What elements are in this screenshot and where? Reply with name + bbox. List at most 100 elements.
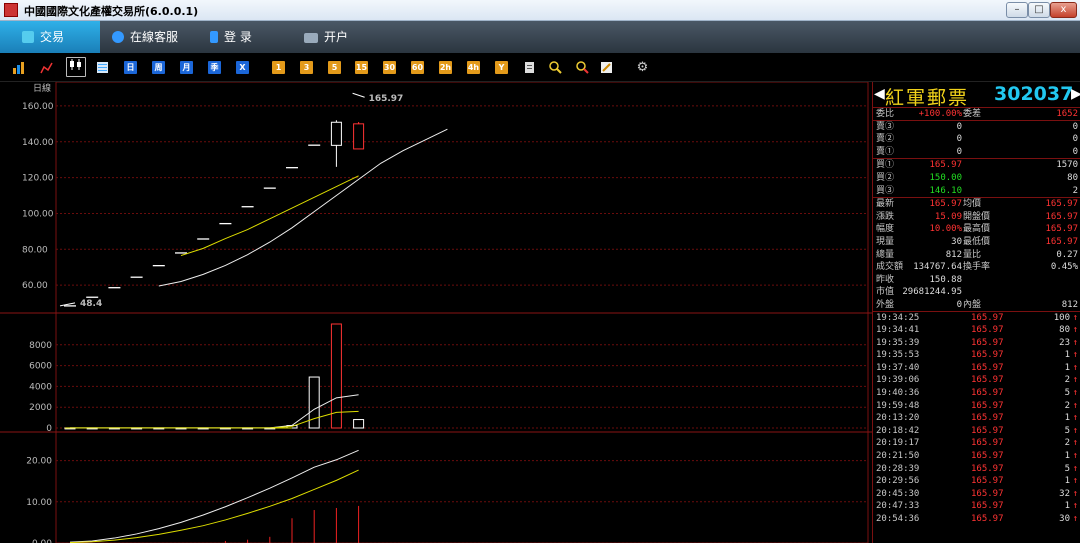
stat-label: 總量	[876, 249, 895, 260]
trade-row: 20:45:30 165.97 32 ↑	[873, 488, 1080, 501]
weicha-value: 1652	[1056, 109, 1078, 119]
stock-code: 302037	[994, 83, 1074, 105]
menu-login[interactable]: 登 录	[210, 21, 280, 53]
trade-volume: 80	[1059, 325, 1070, 336]
line-chart-icon[interactable]	[40, 61, 53, 74]
zoom-in-icon[interactable]	[549, 61, 562, 74]
sell-volume: 0	[1072, 146, 1078, 157]
buy-volume: 1570	[1056, 160, 1078, 171]
buy-order-row: 買② 150.00 80	[873, 172, 1080, 185]
trade-row: 19:34:41 165.97 80 ↑	[873, 324, 1080, 337]
stat-value: 10.00%	[929, 224, 962, 235]
price-tick-label: 80.00	[22, 245, 48, 255]
trade-price: 165.97	[971, 488, 1004, 499]
up-arrow-icon: ↑	[1072, 337, 1078, 348]
trade-time: 20:19:17	[876, 438, 920, 449]
chart-toolbar: 日 周 月 季 X 1 3 5 15 30 60 2h 4h Y ⚙	[0, 53, 1080, 82]
gear-icon[interactable]: ⚙	[636, 61, 649, 74]
period-day-button[interactable]: 日	[124, 61, 137, 74]
period-month-button[interactable]: 月	[180, 61, 193, 74]
buy-price: 165.97	[929, 160, 962, 171]
sell-label: 賣②	[876, 134, 895, 145]
period-60min-button[interactable]: 60	[411, 61, 424, 74]
trade-time: 19:35:53	[876, 350, 920, 361]
stat-label: 市值	[876, 287, 895, 298]
stat-value: 165.97	[1045, 211, 1078, 222]
chart-area[interactable]: 160.00 140.00 120.00 100.00 80.00 60.00 日線 8000…	[0, 82, 872, 543]
period-5min-button[interactable]: 5	[328, 61, 341, 74]
trade-icon	[22, 31, 34, 43]
user-icon	[210, 31, 218, 43]
stat-row: 幅度 10.00% 最高價 165.97	[873, 223, 1080, 236]
stat-value: 15.09	[934, 211, 962, 222]
up-arrow-icon: ↑	[1072, 463, 1078, 474]
trade-time: 19:34:25	[876, 312, 920, 323]
period-x-button[interactable]: X	[236, 61, 249, 74]
trade-time: 19:37:40	[876, 362, 920, 373]
next-stock-icon[interactable]: ▶	[1071, 86, 1080, 102]
stat-row: 最新 165.97 均價 165.97	[873, 198, 1080, 211]
candlestick-icon[interactable]	[66, 57, 86, 77]
period-30min-button[interactable]: 30	[383, 61, 396, 74]
bar-chart-icon[interactable]	[12, 61, 25, 74]
stat-label: 量比	[963, 249, 982, 260]
menu-open-account[interactable]: 开户	[304, 21, 374, 53]
up-arrow-icon: ↑	[1072, 451, 1078, 462]
stat-label: 幅度	[876, 224, 895, 235]
neipan-value: 812	[1061, 299, 1078, 310]
buy-order-row: 買③ 146.10 2	[873, 185, 1080, 198]
high-annotation: 165.97	[369, 94, 404, 104]
sell-orders: 賣③ 0 0 賣② 0 0 賣① 0 0	[873, 121, 1080, 160]
period-3min-button[interactable]: 3	[300, 61, 313, 74]
trade-time: 19:35:39	[876, 337, 920, 348]
period-2h-button[interactable]: 2h	[439, 61, 452, 74]
zoom-out-icon[interactable]	[576, 61, 589, 74]
menu-login-label: 登 录	[224, 30, 252, 44]
period-1min-button[interactable]: 1	[272, 61, 285, 74]
trade-list[interactable]: 19:34:25 165.97 100 ↑ 19:34:41 165.97 80 ↑ 19:35…	[873, 312, 1080, 526]
volume-tick-label: 0	[46, 424, 52, 434]
sell-order-row: 賣② 0 0	[873, 133, 1080, 146]
up-arrow-icon: ↑	[1072, 501, 1078, 512]
maximize-button[interactable]: □	[1028, 2, 1050, 18]
stat-value: 29681244.95	[902, 287, 962, 298]
trade-volume: 2	[1064, 438, 1070, 449]
sell-label: 賣①	[876, 146, 895, 157]
stat-label: 開盤價	[963, 211, 991, 222]
period-15min-button[interactable]: 15	[355, 61, 368, 74]
report-icon[interactable]	[523, 61, 536, 74]
trade-time: 20:47:33	[876, 501, 920, 512]
buy-price: 150.00	[929, 172, 962, 183]
waipan-value: 0	[956, 299, 962, 310]
up-arrow-icon: ↑	[1072, 400, 1078, 411]
menu-bar: 交易 在線客服 登 录 开户	[0, 21, 1080, 53]
close-button[interactable]: x	[1050, 2, 1077, 18]
waipan-label: 外盤	[876, 299, 895, 310]
buy-price: 146.10	[929, 185, 962, 196]
trade-volume: 1	[1064, 350, 1070, 361]
period-4h-button[interactable]: 4h	[467, 61, 480, 74]
trade-price: 165.97	[971, 375, 1004, 386]
kline-chart[interactable]: 160.00 140.00 120.00 100.00 80.00 60.00 日線 8000…	[0, 82, 872, 543]
trade-row: 19:35:39 165.97 23 ↑	[873, 337, 1080, 350]
menu-trade[interactable]: 交易	[0, 21, 100, 53]
list-icon[interactable]	[96, 61, 109, 74]
price-tick-label: 160.00	[22, 102, 54, 112]
trade-volume: 1	[1064, 362, 1070, 373]
sell-volume: 0	[1072, 134, 1078, 145]
menu-online-service[interactable]: 在線客服	[112, 21, 200, 53]
trade-price: 165.97	[971, 413, 1004, 424]
period-week-button[interactable]: 周	[152, 61, 165, 74]
stat-row: 現量 30 最低價 165.97	[873, 236, 1080, 249]
trade-time: 20:21:50	[876, 451, 920, 462]
period-season-button[interactable]: 季	[208, 61, 221, 74]
prev-stock-icon[interactable]: ◀	[874, 86, 885, 102]
minimize-button[interactable]: –	[1006, 2, 1028, 18]
up-arrow-icon: ↑	[1072, 388, 1078, 399]
trade-volume: 2	[1064, 375, 1070, 386]
trade-volume: 1	[1064, 413, 1070, 424]
draw-icon[interactable]	[600, 61, 613, 74]
period-year-button[interactable]: Y	[495, 61, 508, 74]
price-tick-label: 100.00	[22, 209, 54, 219]
stat-row: 昨收 150.88	[873, 274, 1080, 287]
